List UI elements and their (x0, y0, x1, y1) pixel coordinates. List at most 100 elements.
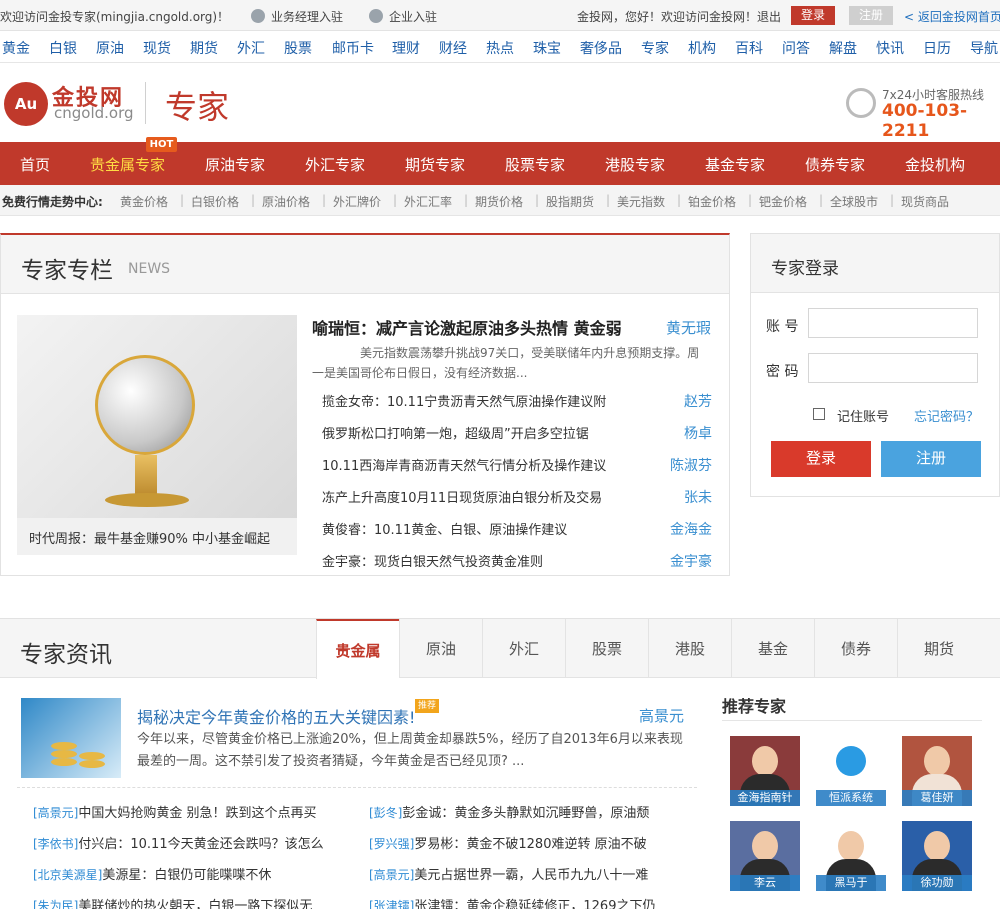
company-join-link[interactable]: 企业入驻 (369, 8, 437, 25)
article-row[interactable]: 金宇豪：现货白银天然气投资黄金准则 金宇豪 (322, 551, 712, 583)
article-row[interactable]: 黄俊睿：10.11黄金、白银、原油操作建议 金海金 (322, 519, 712, 551)
expert-card[interactable]: 黑马于 (816, 821, 886, 891)
logo-badge[interactable]: Au (4, 82, 48, 126)
news-list-tag[interactable]: [北京美源星] (33, 868, 102, 882)
article-author[interactable]: 金海金 (670, 519, 712, 539)
expert-card[interactable]: 恒派系统 (816, 736, 886, 806)
nav-item[interactable]: 股票专家 (505, 154, 565, 175)
news-list-text[interactable]: 美源星：白银仍可能喋喋不休 (102, 868, 271, 883)
quote-link[interactable]: 铂金价格 (688, 193, 736, 210)
back-home-link[interactable]: < 返回金投网首页 (904, 8, 1000, 25)
nav-item[interactable]: 外汇专家 (305, 154, 365, 175)
quote-link[interactable]: 外汇牌价 (333, 193, 381, 210)
news-list-tag[interactable]: [高景元] (369, 868, 414, 882)
article-title[interactable]: 10.11西海岸青商沥青天然气行情分析及操作建议 (322, 455, 606, 474)
category-link[interactable]: 导航 (970, 38, 998, 58)
register-button[interactable]: 注册 (881, 441, 981, 477)
news-list-item[interactable]: [彭冬]彭金诚：黄金多头静默如沉睡野兽，原油颓 (369, 802, 699, 821)
news-list-item[interactable]: [张津镭]张津镭：黄金企稳延续修正，1269之下仍 (369, 895, 699, 909)
news-list-item[interactable]: [高景元]美元占据世界一霸，人民币九九八十一难 (369, 864, 699, 883)
tab-1[interactable]: 贵金属 (316, 619, 399, 679)
expert-card[interactable]: 李云 (730, 821, 800, 891)
tab-2[interactable]: 原油 (399, 619, 482, 678)
category-link[interactable]: 解盘 (829, 38, 857, 58)
category-link[interactable]: 百科 (735, 38, 763, 58)
quote-link[interactable]: 股指期货 (546, 193, 594, 210)
news-list-text[interactable]: 中国大妈抢购黄金 别急！跌到这个点再买 (78, 806, 316, 821)
article-author[interactable]: 杨卓 (684, 423, 712, 443)
quote-link[interactable]: 钯金价格 (759, 193, 807, 210)
quote-link[interactable]: 外汇汇率 (404, 193, 452, 210)
category-link[interactable]: 邮币卡 (332, 38, 374, 58)
nav-item[interactable]: 基金专家 (705, 154, 765, 175)
quote-link[interactable]: 白银价格 (191, 193, 239, 210)
article-row[interactable]: 冻产上升高度10月11日现货原油白银分析及交易 张未 (322, 487, 712, 519)
tab-3[interactable]: 外汇 (482, 619, 565, 678)
category-link[interactable]: 日历 (923, 38, 951, 58)
category-link[interactable]: 理财 (392, 38, 420, 58)
news-list-text[interactable]: 美联储炒的热火朝天，白银一路下探似无 (78, 899, 312, 909)
tab-8[interactable]: 期货 (897, 619, 980, 678)
news-list-item[interactable]: [罗兴强]罗易彬：黄金不破1280难逆转 原油不破 (369, 833, 699, 852)
category-link[interactable]: 专家 (641, 38, 669, 58)
category-link[interactable]: 珠宝 (533, 38, 561, 58)
news-list-tag[interactable]: [罗兴强] (369, 837, 414, 851)
news-list-tag[interactable]: [彭冬] (369, 806, 402, 820)
article-row[interactable]: 10.11西海岸青商沥青天然气行情分析及操作建议 陈淑芬 (322, 455, 712, 487)
news-list-text[interactable]: 付兴启：10.11今天黄金还会跌吗？该怎么 (78, 837, 323, 852)
news-list-item[interactable]: [北京美源星]美源星：白银仍可能喋喋不休 (33, 864, 363, 883)
expert-name[interactable]: 恒派系统 (816, 790, 886, 806)
expert-name[interactable]: 徐功勋 (902, 875, 972, 891)
news-thumbnail[interactable] (21, 698, 121, 778)
quote-link[interactable]: 全球股市 (830, 193, 878, 210)
article-title[interactable]: 黄俊睿：10.11黄金、白银、原油操作建议 (322, 519, 567, 538)
article-title[interactable]: 俄罗斯松口打响第一炮，超级周”开启多空拉锯 (322, 423, 589, 442)
manager-join-link[interactable]: 业务经理入驻 (251, 8, 343, 25)
featured-image[interactable] (17, 315, 297, 518)
login-button[interactable]: 登录 (771, 441, 871, 477)
news-list-tag[interactable]: [高景元] (33, 806, 78, 820)
top-login-button[interactable]: 登录 (791, 6, 835, 25)
expert-name[interactable]: 金海指南针 (730, 790, 800, 806)
nav-item[interactable]: 港股专家 (605, 154, 665, 175)
expert-name[interactable]: 李云 (730, 875, 800, 891)
password-input[interactable] (808, 353, 978, 383)
expert-card[interactable]: 葛佳妍 (902, 736, 972, 806)
news-list-text[interactable]: 美元占据世界一霸，人民币九九八十一难 (414, 868, 648, 883)
nav-item[interactable]: 金投机构 (905, 154, 965, 175)
news-headline[interactable]: 揭秘决定今年黄金价格的五大关键因素! (137, 704, 415, 728)
nav-item[interactable]: 原油专家 (205, 154, 265, 175)
article-title[interactable]: 金宇豪：现货白银天然气投资黄金准则 (322, 551, 543, 570)
logout-link[interactable]: 退出 (757, 8, 781, 25)
article-author[interactable]: 陈淑芬 (670, 455, 712, 475)
expert-card[interactable]: 徐功勋 (902, 821, 972, 891)
quote-link[interactable]: 黄金价格 (120, 193, 168, 210)
article-row[interactable]: 俄罗斯松口打响第一炮，超级周”开启多空拉锯 杨卓 (322, 423, 712, 455)
category-link[interactable]: 外汇 (237, 38, 265, 58)
article-title[interactable]: 冻产上升高度10月11日现货原油白银分析及交易 (322, 487, 602, 506)
top-register-button[interactable]: 注册 (849, 6, 893, 25)
article-author[interactable]: 赵芳 (684, 391, 712, 411)
quote-link[interactable]: 期货价格 (475, 193, 523, 210)
expert-name[interactable]: 葛佳妍 (902, 790, 972, 806)
article-row[interactable]: 揽金女帝：10.11宁贵沥青天然气原油操作建议附 赵芳 (322, 391, 712, 423)
news-list-tag[interactable]: [张津镭] (369, 899, 414, 909)
category-link[interactable]: 机构 (688, 38, 716, 58)
news-headline-author[interactable]: 高景元 (639, 705, 684, 726)
article-title[interactable]: 揽金女帝：10.11宁贵沥青天然气原油操作建议附 (322, 391, 606, 410)
nav-item[interactable]: 贵金属专家 (90, 154, 165, 175)
news-list-item[interactable]: [高景元]中国大妈抢购黄金 别急！跌到这个点再买 (33, 802, 363, 821)
category-link[interactable]: 现货 (143, 38, 171, 58)
category-link[interactable]: 快讯 (876, 38, 904, 58)
news-list-tag[interactable]: [李依书] (33, 837, 78, 851)
tab-7[interactable]: 债券 (814, 619, 897, 678)
category-link[interactable]: 热点 (486, 38, 514, 58)
news-list-item[interactable]: [李依书]付兴启：10.11今天黄金还会跌吗？该怎么 (33, 833, 363, 852)
news-list-text[interactable]: 张津镭：黄金企稳延续修正，1269之下仍 (414, 899, 655, 909)
forgot-password-link[interactable]: 忘记密码？ (914, 406, 979, 425)
category-link[interactable]: 财经 (439, 38, 467, 58)
category-link[interactable]: 原油 (96, 38, 124, 58)
quote-link[interactable]: 现货商品 (901, 193, 949, 210)
news-list-text[interactable]: 彭金诚：黄金多头静默如沉睡野兽，原油颓 (402, 806, 649, 821)
category-link[interactable]: 股票 (284, 38, 312, 58)
